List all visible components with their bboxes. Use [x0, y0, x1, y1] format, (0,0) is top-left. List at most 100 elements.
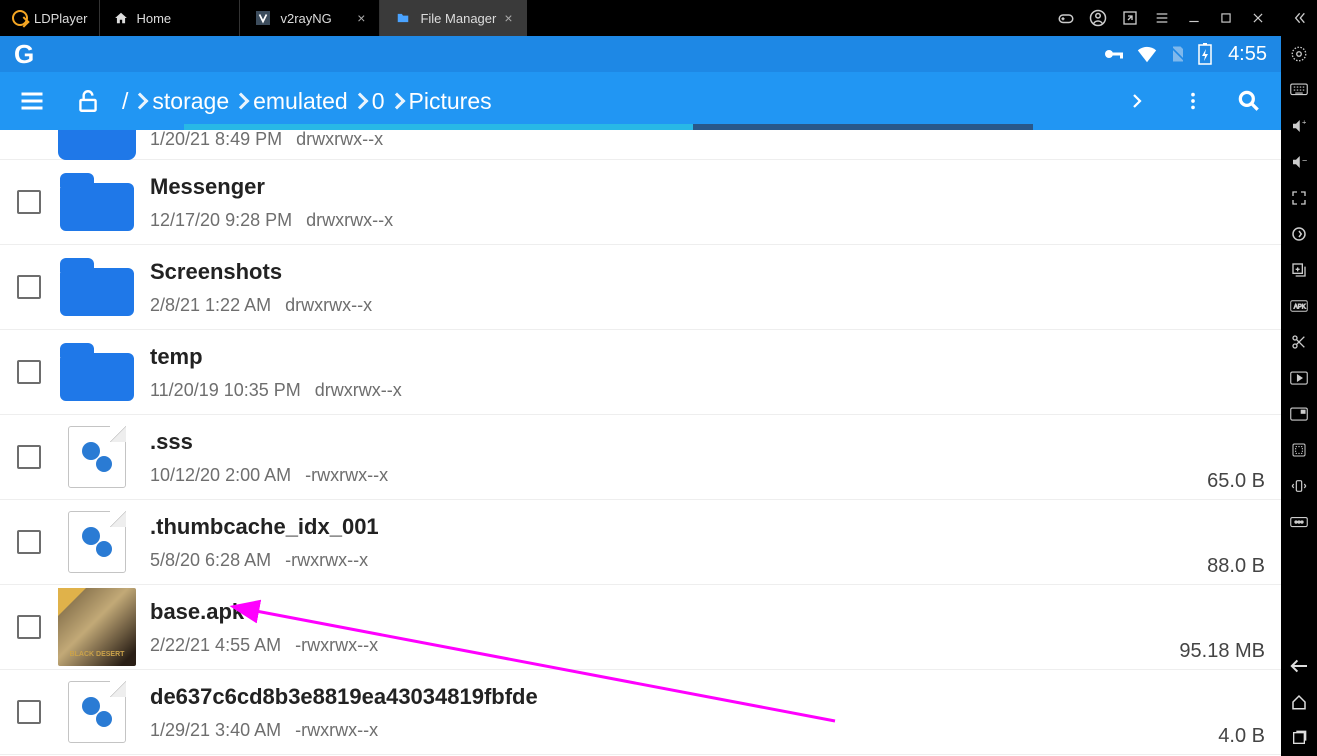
file-date: 12/17/20 9:28 PM — [150, 210, 292, 231]
sync-icon[interactable] — [1281, 216, 1317, 252]
fullscreen-icon[interactable] — [1281, 180, 1317, 216]
file-perm: -rwxrwx--x — [285, 550, 368, 571]
user-icon[interactable] — [1089, 9, 1107, 27]
crumb-storage[interactable]: storage — [152, 88, 229, 115]
file-perm: -rwxrwx--x — [305, 465, 388, 486]
screenshot-icon[interactable] — [1281, 396, 1317, 432]
emulator-app-name: LDPlayer — [34, 11, 87, 26]
operation-record-icon[interactable] — [1281, 432, 1317, 468]
crumb-zero[interactable]: 0 — [372, 88, 385, 115]
list-item[interactable]: .sss10/12/20 2:00 AM-rwxrwx--x65.0 B — [0, 415, 1281, 500]
tab-home[interactable]: Home — [99, 0, 239, 36]
file-perm: drwxrwx--x — [285, 295, 372, 316]
tab-file-manager[interactable]: File Manager × — [379, 0, 526, 36]
emulator-sidebar: + − APK — [1281, 0, 1317, 756]
apk-icon[interactable]: APK — [1281, 288, 1317, 324]
maximize-icon[interactable] — [1217, 9, 1235, 27]
menu-button[interactable] — [10, 79, 54, 123]
forward-button[interactable] — [1115, 79, 1159, 123]
keyboard-icon[interactable] — [1281, 72, 1317, 108]
volume-up-icon[interactable]: + — [1281, 108, 1317, 144]
scissors-icon[interactable] — [1281, 324, 1317, 360]
list-item[interactable]: Messenger 12/17/20 9:28 PM drwxrwx--x — [0, 160, 1281, 245]
checkbox[interactable] — [17, 360, 41, 384]
tab-label: v2rayNG — [280, 11, 331, 26]
file-name: Messenger — [150, 174, 1265, 200]
emulator-titlebar: LDPlayer Home v2rayNG × — [0, 0, 1281, 36]
checkbox[interactable] — [17, 445, 41, 469]
tab-label: Home — [136, 11, 171, 26]
window-actions — [1043, 9, 1281, 27]
tab-label: File Manager — [420, 11, 496, 26]
checkbox[interactable] — [17, 530, 41, 554]
folder-icon — [394, 9, 412, 27]
volume-down-icon[interactable]: − — [1281, 144, 1317, 180]
file-icon — [58, 681, 136, 743]
vpn-key-icon — [1102, 42, 1126, 66]
tab-close-icon[interactable]: × — [357, 10, 365, 26]
gamepad-icon[interactable] — [1057, 9, 1075, 27]
v2ray-icon — [254, 9, 272, 27]
folder-icon — [58, 171, 136, 233]
tab-close-icon[interactable]: × — [504, 10, 512, 26]
file-name: .sss — [150, 429, 1207, 455]
folder-icon — [58, 130, 136, 160]
file-size: 65.0 B — [1207, 470, 1265, 493]
file-list[interactable]: 1/20/21 8:49 PMdrwxrwx--x Messenger 12/17/… — [0, 130, 1281, 756]
chevron-right-icon — [351, 93, 368, 110]
list-item[interactable]: 1/20/21 8:49 PMdrwxrwx--x — [0, 130, 1281, 160]
list-item[interactable]: .thumbcache_idx_001 5/8/20 6:28 AM -rwxrwx… — [0, 500, 1281, 585]
crumb-root[interactable]: / — [122, 88, 128, 115]
search-button[interactable] — [1227, 79, 1271, 123]
crumb-pictures[interactable]: Pictures — [409, 88, 492, 115]
minimize-icon[interactable] — [1185, 9, 1203, 27]
google-logo-icon[interactable]: G — [14, 39, 34, 70]
apk-thumbnail-icon — [58, 588, 136, 666]
crumb-emulated[interactable]: emulated — [253, 88, 348, 115]
file-perm: -rwxrwx--x — [295, 635, 378, 656]
file-date: 11/20/19 10:35 PM — [150, 380, 301, 401]
file-name: de637c6cd8b3e8819ea43034819fbfde — [150, 684, 1218, 710]
checkbox[interactable] — [17, 275, 41, 299]
more-button[interactable] — [1171, 79, 1215, 123]
emulator-tabs: Home v2rayNG × File Manager × — [99, 0, 526, 36]
nav-recent-icon[interactable] — [1281, 720, 1317, 756]
file-date: 5/8/20 6:28 AM — [150, 550, 271, 571]
file-icon — [58, 511, 136, 573]
multi-instance-icon[interactable] — [1281, 252, 1317, 288]
close-icon[interactable] — [1249, 9, 1267, 27]
list-item[interactable]: base.apk2/22/21 4:55 AM-rwxrwx--x95.18 M… — [0, 585, 1281, 670]
list-item[interactable]: de637c6cd8b3e8819ea43034819fbfde1/29/21 … — [0, 670, 1281, 755]
checkbox[interactable] — [17, 190, 41, 214]
file-perm: drwxrwx--x — [306, 210, 393, 231]
ldplayer-logo-icon — [12, 10, 28, 26]
file-size: 88.0 B — [1207, 555, 1265, 578]
lock-button[interactable] — [66, 79, 110, 123]
file-name: .thumbcache_idx_001 — [150, 514, 1207, 540]
breadcrumb: / storage emulated 0 Pictures — [122, 88, 492, 115]
hamburger-icon[interactable] — [1153, 9, 1171, 27]
checkbox[interactable] — [17, 700, 41, 724]
file-perm: drwxrwx--x — [296, 130, 383, 150]
list-item[interactable]: Screenshots2/8/21 1:22 AMdrwxrwx--x — [0, 245, 1281, 330]
home-icon — [114, 11, 128, 25]
list-item[interactable]: temp11/20/19 10:35 PMdrwxrwx--x — [0, 330, 1281, 415]
file-name: Screenshots — [150, 259, 1265, 285]
collapse-icon[interactable] — [1281, 0, 1317, 36]
checkbox[interactable] — [17, 615, 41, 639]
settings-gear-icon[interactable] — [1281, 36, 1317, 72]
nav-home-icon[interactable] — [1281, 684, 1317, 720]
android-status-bar: G 4:55 — [0, 36, 1281, 72]
more-menu-icon[interactable] — [1281, 504, 1317, 540]
record-icon[interactable] — [1281, 360, 1317, 396]
app-toolbar: / storage emulated 0 Pictures — [0, 72, 1281, 130]
file-date: 2/22/21 4:55 AM — [150, 635, 281, 656]
file-name: temp — [150, 344, 1265, 370]
shake-icon[interactable] — [1281, 468, 1317, 504]
tab-v2rayng[interactable]: v2rayNG × — [239, 0, 379, 36]
nav-back-icon[interactable] — [1281, 648, 1317, 684]
wifi-icon — [1136, 43, 1158, 65]
svg-text:+: + — [1302, 118, 1307, 127]
folder-icon — [58, 341, 136, 403]
external-icon[interactable] — [1121, 9, 1139, 27]
